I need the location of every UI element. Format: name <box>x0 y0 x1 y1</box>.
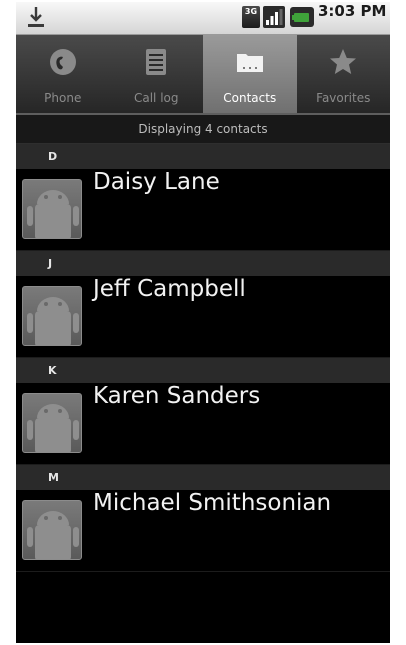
tab-favorites[interactable]: Favorites <box>297 35 391 113</box>
section-k: K Karen Sanders <box>16 358 390 465</box>
default-contact-icon <box>27 190 79 238</box>
section-m: M Michael Smithsonian <box>16 465 390 572</box>
contact-name: Jeff Campbell <box>93 276 246 302</box>
tab-bar: Phone Call log Contacts Favorites <box>16 35 390 115</box>
tab-label: Call log <box>133 91 179 105</box>
contacts-folder-icon <box>236 54 263 72</box>
section-header: M <box>16 465 390 490</box>
phone-icon <box>49 49 76 75</box>
tab-label: Contacts <box>223 91 277 105</box>
section-header: J <box>16 251 390 276</box>
3g-icon: 3G <box>242 6 260 28</box>
section-d: D Daisy Lane <box>16 144 390 251</box>
tab-label: Favorites <box>316 91 371 105</box>
signal-icon <box>263 6 285 28</box>
contact-name: Daisy Lane <box>93 169 220 195</box>
section-header: K <box>16 358 390 383</box>
contact-list[interactable]: D Daisy Lane J Jeff Campbell K Karen San… <box>16 144 390 572</box>
tab-call-log[interactable]: Call log <box>110 35 204 113</box>
avatar[interactable] <box>22 179 82 239</box>
phone-screen: 3G 3:03 PM Phone Call log Contacts Favor… <box>16 2 390 643</box>
contact-row[interactable]: Daisy Lane <box>16 169 390 251</box>
tab-contacts[interactable]: Contacts <box>203 35 297 113</box>
battery-icon <box>290 7 314 27</box>
contacts-count-header: Displaying 4 contacts <box>16 115 390 144</box>
star-icon <box>330 49 357 74</box>
tab-label: Phone <box>44 91 82 105</box>
section-header: D <box>16 144 390 169</box>
contact-row[interactable]: Jeff Campbell <box>16 276 390 358</box>
contact-name: Karen Sanders <box>93 383 261 409</box>
contact-row[interactable]: Michael Smithsonian <box>16 490 390 572</box>
default-contact-icon <box>27 297 79 345</box>
avatar[interactable] <box>22 286 82 346</box>
default-contact-icon <box>27 404 79 452</box>
contact-name: Michael Smithsonian <box>93 490 332 516</box>
default-contact-icon <box>27 511 79 559</box>
contact-row[interactable]: Karen Sanders <box>16 383 390 465</box>
status-time: 3:03 PM <box>318 2 387 20</box>
avatar[interactable] <box>22 393 82 453</box>
section-j: J Jeff Campbell <box>16 251 390 358</box>
tab-phone[interactable]: Phone <box>16 35 110 113</box>
status-bar: 3G 3:03 PM <box>16 2 390 35</box>
call-log-icon <box>146 49 167 75</box>
avatar[interactable] <box>22 500 82 560</box>
download-icon <box>28 7 44 27</box>
